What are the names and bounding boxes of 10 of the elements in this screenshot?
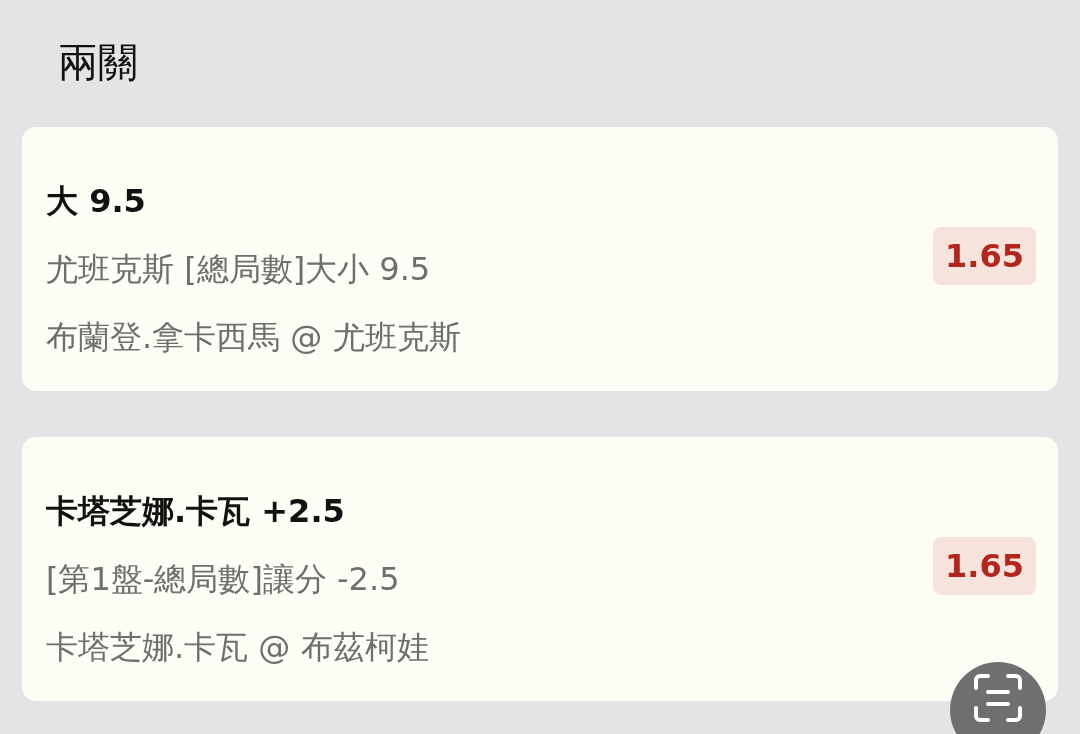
- market-text: 尤班克斯 [總局數]大小 9.5: [46, 249, 431, 290]
- selection-text: 卡塔芝娜.卡瓦 +2.5: [46, 491, 345, 532]
- match-text: 布蘭登.拿卡西馬 @ 尤班克斯: [46, 317, 461, 358]
- selection-text: 大 9.5: [46, 181, 146, 222]
- odds-badge: 1.65: [933, 537, 1036, 595]
- scan-icon: [972, 672, 1024, 724]
- match-text: 卡塔芝娜.卡瓦 @ 布茲柯娃: [46, 627, 429, 668]
- section-title: 兩關: [58, 38, 138, 87]
- odds-badge: 1.65: [933, 227, 1036, 285]
- market-text: [第1盤-總局數]讓分 -2.5: [46, 559, 400, 600]
